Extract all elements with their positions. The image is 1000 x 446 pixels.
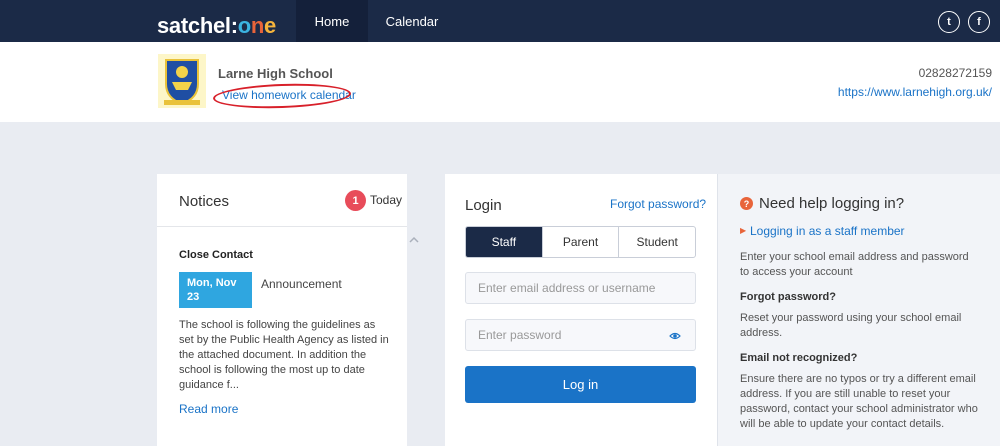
nav-calendar-tab[interactable]: Calendar <box>376 0 448 42</box>
help-title: Need help logging in? <box>759 195 905 212</box>
notices-divider <box>157 226 407 227</box>
login-card: Login Forgot password? Staff Parent Stud… <box>445 174 717 446</box>
password-field[interactable]: Enter password <box>465 319 696 351</box>
school-header: Larne High School View homework calendar… <box>0 42 1000 122</box>
notice-type: Announcement <box>261 277 342 291</box>
help-intro: Enter your school email address and pass… <box>740 251 969 278</box>
school-phone: 02828272159 <box>918 66 992 80</box>
facebook-icon[interactable]: f <box>968 11 990 33</box>
tab-student[interactable]: Student <box>618 227 695 257</box>
school-website-link[interactable]: https://www.larnehigh.org.uk/ <box>838 85 992 99</box>
notice-body: The school is following the guidelines a… <box>179 319 389 391</box>
login-button[interactable]: Log in <box>465 366 696 403</box>
highlight-oval <box>212 81 352 111</box>
password-placeholder: Enter password <box>478 328 562 342</box>
help-panel: ? Need help logging in? ▶ Logging in as … <box>717 174 1000 446</box>
help-not-recognized-text: Ensure there are no typos or try a diffe… <box>740 373 978 430</box>
top-nav-bar: satchel:one Home Calendar t f <box>0 0 1000 42</box>
role-tabs: Staff Parent Student <box>465 226 696 258</box>
caret-right-icon: ▶ <box>740 226 747 235</box>
notice-date-badge: Mon, Nov 23 <box>179 272 252 308</box>
help-forgot-heading: Forgot password? <box>740 291 836 303</box>
question-icon: ? <box>740 197 753 210</box>
satchel-one-logo[interactable]: satchel:one <box>157 13 276 39</box>
school-name: Larne High School <box>218 66 333 81</box>
notices-count-label: Today <box>370 193 403 207</box>
login-title: Login <box>465 197 502 214</box>
notices-card: Notices 1 Today Close Contact Mon, Nov 2… <box>157 174 407 446</box>
read-more-link[interactable]: Read more <box>179 402 238 416</box>
notice-title: Close Contact <box>179 249 253 261</box>
show-password-eye-icon[interactable] <box>669 330 681 342</box>
help-not-recognized-heading: Email not recognized? <box>740 352 858 364</box>
nav-home-tab[interactable]: Home <box>296 0 368 42</box>
notices-count-badge: 1 <box>345 190 366 211</box>
tab-parent[interactable]: Parent <box>541 227 619 257</box>
help-forgot-text: Reset your password using your school em… <box>740 312 962 339</box>
staff-login-help-link[interactable]: Logging in as a staff member <box>750 224 905 238</box>
tab-staff[interactable]: Staff <box>466 227 542 257</box>
school-crest-icon <box>158 54 206 108</box>
twitter-icon[interactable]: t <box>938 11 960 33</box>
email-field[interactable]: Enter email address or username <box>465 272 696 304</box>
notices-title: Notices <box>179 193 230 210</box>
forgot-password-link[interactable]: Forgot password? <box>610 197 706 211</box>
scroll-up-chevron-icon[interactable] <box>409 236 419 244</box>
